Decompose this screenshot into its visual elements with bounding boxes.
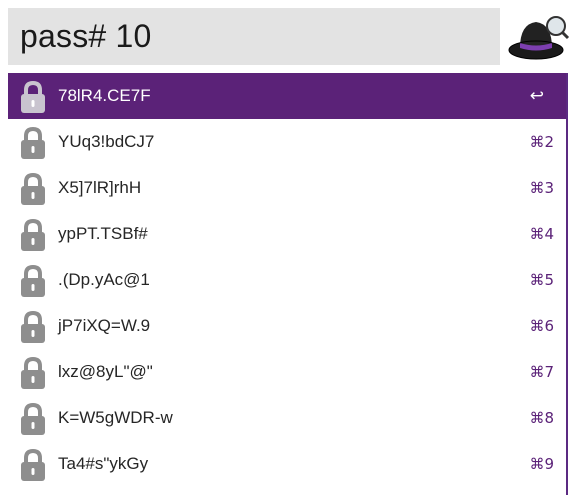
lock-icon bbox=[21, 80, 45, 113]
lock-icon bbox=[21, 126, 45, 159]
result-row[interactable]: jP7iXQ=W.9 ⌘6 bbox=[8, 303, 566, 349]
result-label: K=W5gWDR-w bbox=[58, 408, 173, 427]
result-label: Ta4#s"ykGy bbox=[58, 454, 149, 473]
result-shortcut: ⌘9 bbox=[529, 455, 554, 473]
lock-icon bbox=[21, 356, 45, 389]
result-shortcut: ⌘5 bbox=[529, 271, 554, 289]
result-row[interactable]: X5]7lR]rhH ⌘3 bbox=[8, 165, 566, 211]
result-row[interactable]: K=W5gWDR-w ⌘8 bbox=[8, 395, 566, 441]
result-label: lxz@8yL"@" bbox=[58, 362, 153, 381]
lock-icon bbox=[21, 264, 45, 297]
search-query-text: pass# 10 bbox=[20, 18, 152, 54]
result-shortcut: ↩ bbox=[529, 86, 544, 106]
result-label: jP7iXQ=W.9 bbox=[58, 316, 151, 335]
lock-icon bbox=[21, 448, 45, 481]
lock-icon bbox=[21, 218, 45, 251]
alfred-hat-icon[interactable] bbox=[506, 10, 570, 64]
lock-icon bbox=[21, 310, 45, 343]
result-label: X5]7lR]rhH bbox=[58, 178, 142, 197]
result-row[interactable]: 78lR4.CE7F ↩ bbox=[8, 73, 566, 119]
search-input[interactable]: pass# 10 bbox=[8, 8, 500, 65]
result-label: 78lR4.CE7F bbox=[58, 86, 151, 105]
result-row[interactable]: Ta4#s"ykGy ⌘9 bbox=[8, 441, 566, 487]
result-row[interactable]: .(Dp.yAc@1 ⌘5 bbox=[8, 257, 566, 303]
result-shortcut: ⌘3 bbox=[529, 179, 554, 197]
result-row[interactable]: lxz@8yL"@" ⌘7 bbox=[8, 349, 566, 395]
results-list: 78lR4.CE7F ↩ YUq3!bdCJ7 ⌘2 X5]7lR]rhH ⌘3 yp… bbox=[8, 73, 568, 495]
result-label: .(Dp.yAc@1 bbox=[58, 270, 150, 289]
result-row[interactable]: ypPT.TSBf# ⌘4 bbox=[8, 211, 566, 257]
result-shortcut: ⌘7 bbox=[529, 363, 554, 381]
result-label: ypPT.TSBf# bbox=[58, 224, 148, 243]
result-shortcut: ⌘8 bbox=[529, 409, 554, 427]
result-shortcut: ⌘4 bbox=[529, 225, 554, 243]
result-row[interactable]: YUq3!bdCJ7 ⌘2 bbox=[8, 119, 566, 165]
result-shortcut: ⌘6 bbox=[529, 317, 554, 335]
result-shortcut: ⌘2 bbox=[529, 133, 554, 151]
lock-icon bbox=[21, 402, 45, 435]
lock-icon bbox=[21, 172, 45, 205]
result-label: YUq3!bdCJ7 bbox=[58, 132, 155, 151]
